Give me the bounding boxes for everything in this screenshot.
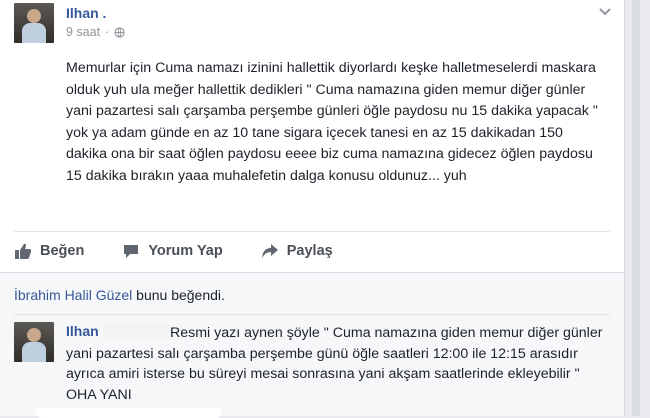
scrollbar-thumb[interactable] bbox=[632, 0, 640, 416]
liker-name[interactable]: İbrahim Halil Güzel bbox=[14, 287, 132, 303]
comment-label: Yorum Yap bbox=[148, 243, 223, 259]
share-icon bbox=[261, 244, 278, 258]
like-label: Beğen bbox=[40, 243, 85, 259]
like-summary: İbrahim Halil Güzel bunu beğendi. bbox=[14, 287, 225, 303]
thumbs-up-icon bbox=[15, 243, 32, 259]
post-card: Ilhan . 9 saat · Memurlar için Cuma nama… bbox=[0, 0, 625, 418]
author-avatar[interactable] bbox=[14, 3, 54, 43]
post-meta: 9 saat · bbox=[66, 25, 125, 39]
like-suffix: bunu beğendi. bbox=[132, 287, 225, 303]
chevron-down-icon[interactable] bbox=[598, 7, 612, 17]
redaction-block bbox=[103, 323, 170, 339]
share-button[interactable]: Paylaş bbox=[261, 242, 333, 260]
post-timestamp[interactable]: 9 saat bbox=[66, 25, 100, 39]
share-label: Paylaş bbox=[286, 243, 333, 259]
comment-icon bbox=[124, 245, 139, 258]
action-divider bbox=[14, 231, 610, 232]
post-author-name[interactable]: Ilhan . bbox=[66, 5, 106, 21]
like-button[interactable]: Beğen bbox=[14, 242, 84, 260]
commenter-avatar[interactable] bbox=[14, 322, 54, 362]
post-actions: Beğen Yorum Yap Paylaş bbox=[14, 238, 610, 264]
globe-icon bbox=[114, 26, 125, 38]
comment-author-name[interactable]: Ilhan bbox=[66, 323, 99, 339]
comment-input[interactable] bbox=[36, 408, 222, 418]
comment-button[interactable]: Yorum Yap bbox=[122, 242, 223, 260]
post-body: Memurlar için Cuma namazı izinini hallet… bbox=[66, 60, 598, 184]
